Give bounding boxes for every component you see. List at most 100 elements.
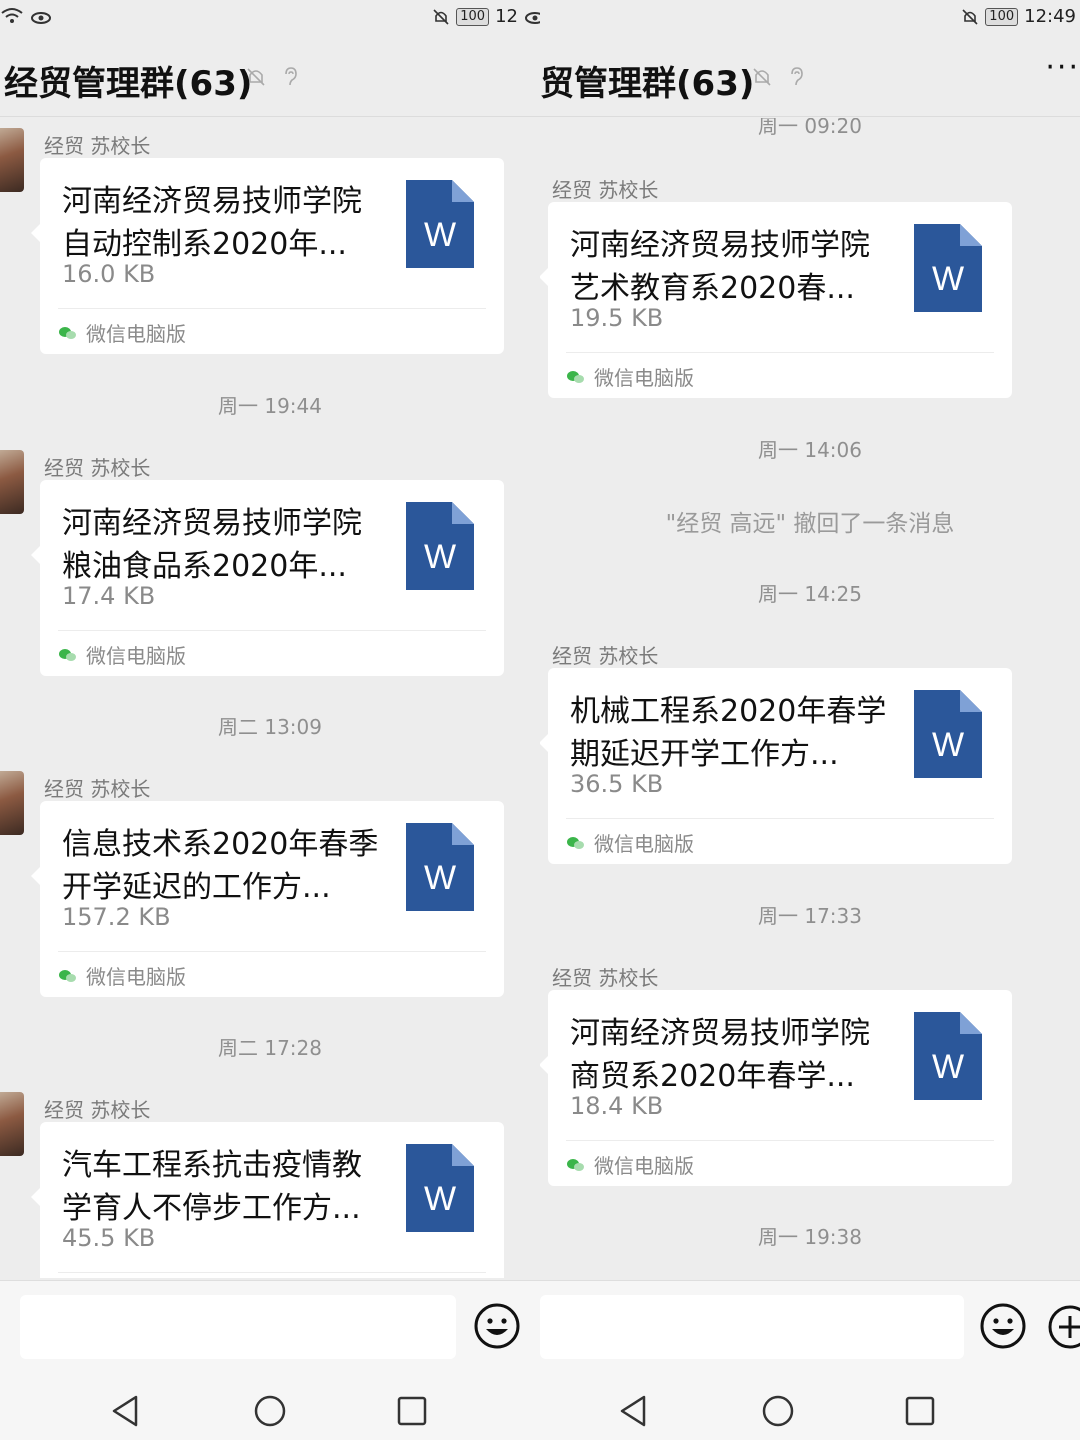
recents-icon[interactable] (392, 1391, 432, 1431)
wechat-icon (567, 1158, 584, 1171)
home-icon[interactable] (250, 1391, 290, 1431)
ear-icon (791, 67, 803, 86)
card-divider (58, 951, 486, 952)
word-doc-icon: W (406, 1144, 474, 1232)
mute-bell-icon (962, 8, 978, 25)
mute-bell-icon (433, 8, 449, 25)
card-source: 微信电脑版 (566, 1150, 694, 1179)
file-size: 19.5 KB (570, 304, 664, 332)
battery-indicator: 100 (985, 7, 1019, 26)
source-label: 微信电脑版 (86, 965, 186, 989)
avatar[interactable] (0, 1092, 24, 1156)
back-icon[interactable] (614, 1391, 654, 1431)
wechat-icon (567, 370, 584, 383)
sender-name: 经贸 苏校长 (44, 456, 151, 480)
sender-name: 经贸 苏校长 (552, 966, 659, 990)
time-separator: 周一 19:38 (758, 1225, 862, 1249)
word-doc-icon: W (914, 1012, 982, 1100)
file-name: 河南经济贸易技师学院粮油食品系2020年... (62, 506, 362, 584)
svg-text:W: W (932, 1048, 964, 1086)
file-card[interactable]: 汽车工程系抗击疫情教学育人不停步工作方... 45.5 KB W (31, 1122, 504, 1278)
file-card[interactable]: 河南经济贸易技师学院自动控制系2020年... 16.0 KB W 微信电脑版 (31, 158, 504, 354)
card-source: 微信电脑版 (58, 318, 186, 347)
avatar[interactable] (0, 450, 24, 514)
source-label: 微信电脑版 (594, 366, 694, 390)
file-size: 16.0 KB (62, 260, 156, 288)
avatar[interactable] (0, 771, 24, 835)
card-divider (566, 1140, 994, 1141)
word-doc-icon: W (406, 502, 474, 590)
chat-titlebar: 贸管理群(63) ··· (540, 46, 1080, 117)
file-card[interactable]: 机械工程系2020年春学期延迟开学工作方... 36.5 KB W 微信电脑版 (540, 668, 1012, 864)
time-separator: 周一 14:25 (758, 582, 862, 606)
file-size: 36.5 KB (570, 770, 664, 798)
plus-icon[interactable] (1046, 1303, 1080, 1351)
file-size: 18.4 KB (570, 1092, 664, 1120)
chat-pane-right: 100 12:49 贸管理群(63) ··· 周一 09:20 经贸 苏校长 河… (540, 0, 1080, 1440)
card-source: 微信电脑版 (58, 961, 186, 990)
status-time: 12:49 (1024, 6, 1076, 27)
svg-text:W: W (424, 538, 456, 576)
time-separator: 周一 14:06 (758, 438, 862, 462)
card-divider (58, 630, 486, 631)
file-card[interactable]: 河南经济贸易技师学院粮油食品系2020年... 17.4 KB W 微信电脑版 (31, 480, 504, 676)
sender-name: 经贸 苏校长 (44, 134, 151, 158)
chat-title[interactable]: 经贸管理群(63) (4, 56, 252, 105)
system-nav-bar (540, 1377, 1080, 1440)
file-name: 河南经济贸易技师学院自动控制系2020年... (62, 184, 362, 262)
home-icon[interactable] (758, 1391, 798, 1431)
file-card[interactable]: 河南经济贸易技师学院商贸系2020年春学... 18.4 KB W 微信电脑版 (540, 990, 1012, 1186)
time-separator: 周二 13:09 (218, 715, 322, 739)
eye-icon (30, 12, 51, 24)
status-bar: 100 12:49 (540, 0, 1080, 36)
message-list[interactable]: 经贸 苏校长 河南经济贸易技师学院自动控制系2020年... 16.0 KB W… (0, 118, 540, 1278)
card-divider (58, 1272, 486, 1273)
file-size: 17.4 KB (62, 582, 156, 610)
svg-text:W: W (424, 216, 456, 254)
back-icon[interactable] (106, 1391, 146, 1431)
card-source: 微信电脑版 (566, 828, 694, 857)
svg-text:W: W (424, 1180, 456, 1218)
message-list[interactable]: 周一 09:20 经贸 苏校长 河南经济贸易技师学院艺术教育系2020春... … (540, 118, 1080, 1278)
status-time: 12 (495, 6, 518, 27)
chat-titlebar: 经贸管理群(63) (0, 46, 540, 117)
more-options-button[interactable]: ··· (1045, 50, 1080, 85)
file-card[interactable]: 河南经济贸易技师学院艺术教育系2020春... 19.5 KB W 微信电脑版 (540, 202, 1012, 398)
recents-icon[interactable] (900, 1391, 940, 1431)
wechat-icon (59, 326, 76, 339)
avatar[interactable] (0, 128, 24, 192)
file-size: 157.2 KB (62, 903, 171, 931)
time-separator: 周二 17:28 (218, 1036, 322, 1060)
time-separator: 周一 17:33 (758, 904, 862, 928)
status-bar: 100 12 (0, 0, 540, 36)
mute-bell-icon (247, 68, 265, 86)
status-left-icons (0, 6, 52, 31)
word-doc-icon: W (914, 224, 982, 312)
time-separator: 周一 09:20 (758, 118, 862, 138)
sender-name: 经贸 苏校长 (44, 777, 151, 801)
svg-text:W: W (424, 859, 456, 897)
status-right: 100 12 (432, 6, 540, 27)
source-label: 微信电脑版 (86, 322, 186, 346)
source-label: 微信电脑版 (86, 644, 186, 668)
file-name: 汽车工程系抗击疫情教学育人不停步工作方... (62, 1148, 362, 1226)
battery-indicator: 100 (456, 7, 490, 26)
file-name: 河南经济贸易技师学院商贸系2020年春学... (570, 1016, 870, 1094)
emoji-icon[interactable] (978, 1301, 1028, 1351)
wechat-icon (59, 969, 76, 982)
wechat-icon (567, 836, 584, 849)
file-name: 机械工程系2020年春学期延迟开学工作方... (570, 694, 887, 772)
file-card[interactable]: 信息技术系2020年春季开学延迟的工作方... 157.2 KB W 微信电脑版 (31, 801, 504, 997)
eye-icon (525, 11, 540, 24)
source-label: 微信电脑版 (594, 1154, 694, 1178)
message-input[interactable] (540, 1295, 964, 1359)
input-bar (0, 1280, 540, 1377)
chat-title[interactable]: 贸管理群(63) (540, 56, 754, 105)
card-source: 微信电脑版 (58, 640, 186, 669)
mute-bell-icon (753, 68, 771, 86)
message-input[interactable] (20, 1295, 456, 1359)
sender-name: 经贸 苏校长 (552, 644, 659, 668)
file-name: 信息技术系2020年春季开学延迟的工作方... (62, 827, 379, 905)
emoji-icon[interactable] (472, 1301, 522, 1351)
sender-name: 经贸 苏校长 (552, 178, 659, 202)
